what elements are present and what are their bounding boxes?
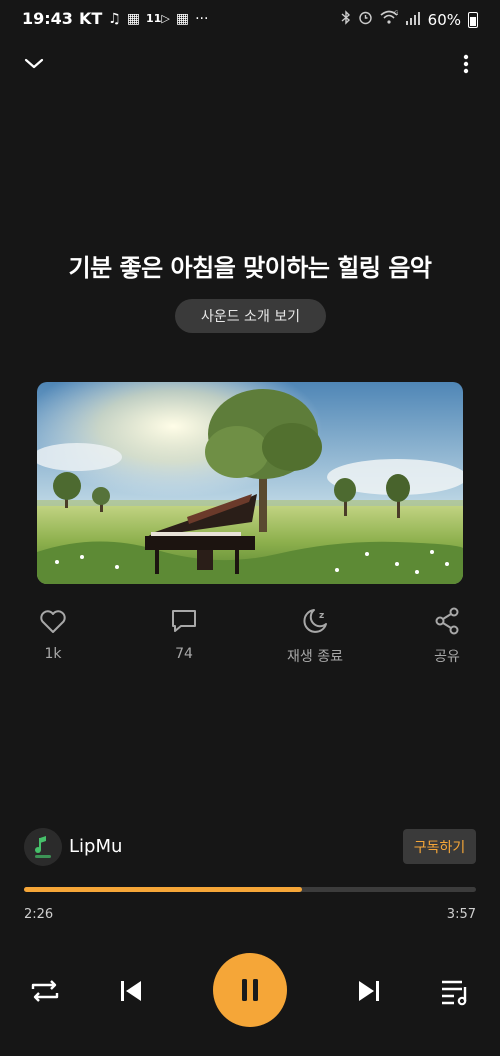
bluetooth-icon [341,10,351,29]
wifi-icon: G [380,10,399,29]
chevron-down-icon [24,58,44,69]
heart-icon [40,610,66,633]
like-count: 1k [44,646,62,662]
sleep-timer-label: 재생 종료 [287,649,343,665]
channel-avatar[interactable] [24,828,62,866]
skip-previous-icon [121,981,141,1001]
share-label: 공유 [434,649,460,665]
status-time: 19:43 [22,9,73,28]
status-carrier: KT [78,9,103,28]
pause-icon [242,979,258,1001]
alarm-icon [358,10,373,29]
status-right: G 60% [341,10,478,29]
eleven-icon: 11▷ [146,12,170,25]
more-options-button[interactable] [454,52,478,76]
album-artwork [37,382,463,584]
svg-text:G: G [394,10,398,17]
track-actions: 1k 74 z 재생 종료 공유 [0,606,500,676]
track-title: 기분 좋은 아침을 맞이하는 힐링 음악 [68,254,432,282]
comment-icon [172,610,196,632]
previous-button[interactable] [113,973,149,1009]
svg-text:z: z [319,611,324,621]
comment-button[interactable]: 74 [134,606,234,662]
repeat-button[interactable] [27,973,63,1009]
signal-icon [405,11,421,29]
channel-row: LipMu 구독하기 [24,828,476,866]
next-button[interactable] [351,973,387,1009]
playback-controls [0,953,500,1029]
music-note-icon: ♫ [108,10,121,27]
more-vertical-icon [463,54,469,74]
sound-intro-button[interactable]: 사운드 소개 보기 [175,299,326,333]
channel-name[interactable]: LipMu [69,836,122,857]
like-button[interactable]: 1k [3,606,103,662]
playlist-button[interactable] [437,973,473,1009]
playlist-icon [442,980,467,1006]
sleep-timer-icon: z [303,609,327,633]
collapse-player-button[interactable] [22,52,46,76]
battery-percentage: 60% [427,10,461,29]
player-top-bar [0,50,500,80]
gallery-icon: ▦ [175,10,190,27]
skip-next-icon [359,981,379,1001]
gallery-icon: ▦ [126,10,141,27]
repeat-icon [31,980,59,1002]
comment-count: 74 [175,646,193,662]
sleep-timer-button[interactable]: z 재생 종료 [265,606,365,666]
share-button[interactable]: 공유 [397,606,497,666]
share-icon [435,607,459,635]
battery-icon [468,11,478,28]
progress-bar[interactable] [24,887,476,892]
total-time: 3:57 [446,907,476,922]
status-left: 19:43 KT ♫ ▦ 11▷ ▦ ··· [22,9,208,28]
subscribe-button[interactable]: 구독하기 [403,829,476,864]
pause-button[interactable] [213,953,287,1027]
more-dots-icon: ··· [195,10,209,27]
status-bar: 19:43 KT ♫ ▦ 11▷ ▦ ··· G 60% [0,0,500,40]
elapsed-time: 2:26 [24,907,54,922]
progress-fill [24,887,303,892]
